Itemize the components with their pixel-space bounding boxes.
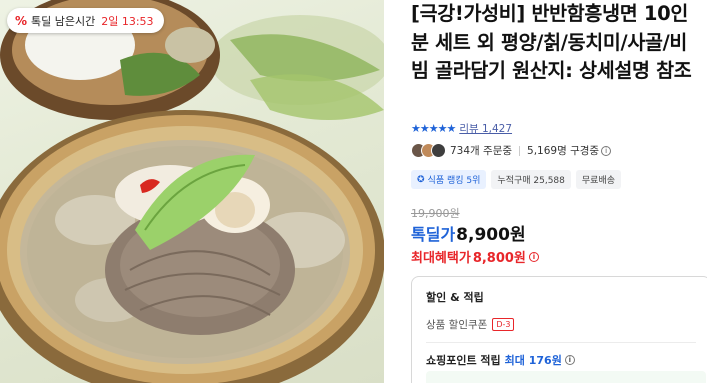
points-banner: [426, 371, 706, 383]
deal-timer-badge: % 톡딜 남은시간 2일 13:53: [7, 8, 164, 33]
rating-stars-icon: ★★★★★: [411, 122, 456, 135]
original-price: 19,900원: [411, 207, 460, 220]
divider: [426, 342, 696, 343]
timer-label: 톡딜 남은시간: [31, 14, 96, 28]
naengmyeon-illustration: [0, 0, 384, 383]
rating-row: ★★★★★ 리뷰 1,427: [411, 121, 512, 136]
product-image[interactable]: % 톡딜 남은시간 2일 13:53: [0, 0, 384, 383]
deal-label: 톡딜가: [411, 225, 456, 244]
coupon-label: 상품 할인쿠폰: [426, 319, 488, 331]
info-icon[interactable]: i: [528, 251, 539, 262]
deal-price: 8,900원: [456, 225, 526, 245]
ranking-tag-label: 식품 랭킹 5위: [427, 176, 481, 186]
max-benefit-row: 최대혜택가 8,800원 i: [411, 247, 539, 266]
product-info-panel: [극강!가성비] 반반함흥냉면 10인분 세트 외 평양/칡/동치미/사골/비빔…: [411, 0, 707, 383]
coupon-row[interactable]: 상품 할인쿠폰 D-3: [426, 317, 696, 332]
social-proof-row: 734개 주문중 5,169명 구경중 i: [411, 143, 612, 158]
timer-value: 2일 13:53: [101, 14, 154, 28]
benefit-label: 최대혜택가: [411, 251, 471, 266]
cumulative-purchase-tag: 누적구매 25,588: [491, 170, 571, 189]
ranking-icon: ✪: [417, 174, 425, 185]
info-icon[interactable]: i: [601, 145, 612, 156]
ranking-tag[interactable]: ✪ 식품 랭킹 5위: [411, 170, 487, 189]
free-shipping-tag: 무료배송: [575, 170, 622, 189]
points-max: 최대 176원: [504, 354, 562, 367]
coupon-deadline-badge: D-3: [492, 318, 515, 331]
viewers-count: 5,169명 구경중: [527, 145, 600, 157]
points-label: 쇼핑포인트 적립: [426, 354, 501, 367]
points-row[interactable]: 쇼핑포인트 적립 최대 176원 i: [426, 352, 696, 368]
avatar: [431, 143, 446, 158]
deal-price-row: 톡딜가 8,900원: [411, 220, 526, 245]
orders-count: 734개 주문중: [450, 145, 513, 157]
divider: [519, 145, 521, 156]
product-title: [극강!가성비] 반반함흥냉면 10인분 세트 외 평양/칡/동치미/사골/비빔…: [411, 2, 692, 82]
discount-box-title: 할인 & 적립: [426, 291, 484, 304]
info-icon[interactable]: i: [564, 355, 575, 365]
buyer-avatars: [411, 143, 446, 158]
benefit-price: 8,800원: [472, 251, 526, 266]
review-link[interactable]: 리뷰 1,427: [459, 121, 512, 136]
tag-row: ✪ 식품 랭킹 5위 누적구매 25,588 무료배송: [411, 170, 622, 189]
discount-points-box: 할인 & 적립 상품 할인쿠폰 D-3 쇼핑포인트 적립 최대 176원 i: [411, 276, 707, 383]
percent-tag-icon: %: [15, 13, 28, 28]
